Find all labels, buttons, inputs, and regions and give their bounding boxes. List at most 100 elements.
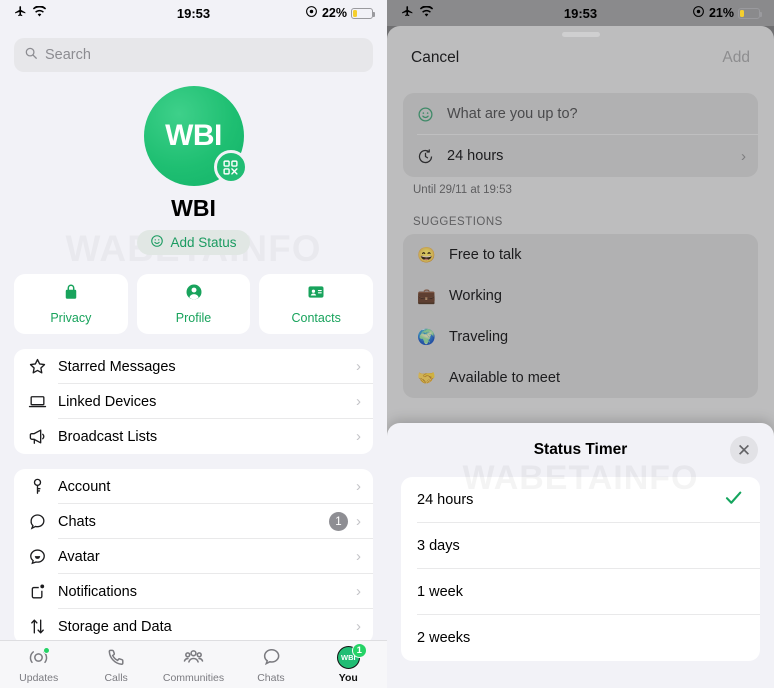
suggestion-emoji: 🌍 (417, 328, 436, 346)
key-icon (28, 477, 58, 496)
focus-icon (692, 5, 705, 21)
chevron-right-icon: › (356, 478, 361, 495)
settings-row-label: Account (58, 478, 111, 495)
timer-option-label: 2 weeks (417, 630, 471, 646)
chevron-right-icon: › (356, 393, 361, 410)
settings-row-label: Avatar (58, 548, 100, 565)
settings-row-label: Storage and Data (58, 618, 172, 635)
quick-actions-row: Privacy Profile Contacts (14, 274, 374, 334)
settings-row-linked-devices[interactable]: Linked Devices › (14, 384, 373, 419)
settings-row-label: Broadcast Lists (58, 428, 158, 445)
tab-label: Updates (19, 671, 59, 684)
chevron-right-icon: › (741, 147, 746, 165)
qr-code-icon[interactable] (213, 150, 248, 184)
battery-percent: 21% (708, 6, 734, 20)
settings-row-account[interactable]: Account › (14, 469, 373, 504)
you-badge: 1 (351, 642, 367, 658)
settings-row-avatar[interactable]: Avatar › (14, 539, 373, 574)
status-timer-sheet: WABETAINFO Status Timer ✕ 24 hours 3 day… (387, 423, 774, 688)
timer-sheet-header: Status Timer ✕ (387, 423, 774, 477)
timer-sheet-title: Status Timer (533, 441, 628, 458)
suggestion-free-to-talk[interactable]: 😄 Free to talk (403, 234, 758, 275)
quick-action-privacy[interactable]: Privacy (14, 274, 128, 334)
search-placeholder: Search (45, 47, 91, 63)
status-bar: 19:53 22% (0, 0, 387, 26)
search-input[interactable]: Search (14, 38, 373, 72)
suggestion-label: Traveling (449, 328, 509, 345)
quick-action-profile[interactable]: Profile (136, 274, 251, 334)
status-input-placeholder: What are you up to? (447, 106, 578, 122)
communities-icon (182, 646, 205, 670)
timer-icon (417, 148, 447, 165)
star-icon (28, 357, 58, 376)
timer-option-24-hours[interactable]: 24 hours (401, 477, 760, 523)
cancel-button[interactable]: Cancel (411, 49, 459, 67)
tab-you[interactable]: WBI 1 You (310, 642, 387, 684)
sheet-toolbar: Cancel Add (387, 37, 774, 67)
chevron-right-icon: › (356, 583, 361, 600)
settings-row-chats[interactable]: Chats 1 › (14, 504, 373, 539)
status-text-input[interactable]: What are you up to? (403, 93, 758, 135)
status-input-card: What are you up to? 24 hours › (403, 93, 758, 177)
chevron-right-icon: › (356, 618, 361, 635)
settings-row-notifications[interactable]: Notifications › (14, 574, 373, 609)
person-circle-icon (185, 283, 203, 306)
page-title: WBI (171, 195, 216, 221)
settings-row-storage-and-data[interactable]: Storage and Data › (14, 609, 373, 644)
chevron-right-icon: › (356, 428, 361, 445)
tab-updates[interactable]: Updates (0, 646, 77, 684)
avatar-icon (28, 547, 58, 566)
add-status-button[interactable]: Add Status (137, 230, 250, 255)
tab-label: Calls (104, 671, 128, 684)
suggestion-available-to-meet[interactable]: 🤝 Available to meet (403, 357, 758, 398)
tab-calls[interactable]: Calls (77, 646, 154, 684)
quick-action-contacts[interactable]: Contacts (259, 274, 374, 334)
chevron-right-icon: › (356, 548, 361, 565)
updates-icon (28, 646, 51, 670)
suggestions-card: 😄 Free to talk 💼 Working 🌍 Traveling 🤝 A… (403, 234, 758, 398)
settings-row-label: Starred Messages (58, 358, 176, 375)
tab-communities[interactable]: Communities (155, 646, 232, 684)
add-button[interactable]: Add (722, 49, 750, 67)
chevron-right-icon: › (356, 358, 361, 375)
dual-screenshot: 19:53 22% Search WABETAINFO WBI (0, 0, 774, 688)
profile-header: WBI WBI Add Status (0, 86, 387, 255)
focus-icon (305, 5, 318, 21)
timer-option-label: 1 week (417, 584, 463, 600)
smiley-icon (417, 106, 447, 123)
timer-option-label: 3 days (417, 538, 460, 554)
battery-percent: 22% (321, 6, 347, 20)
settings-row-broadcast-lists[interactable]: Broadcast Lists › (14, 419, 373, 454)
suggestion-emoji: 🤝 (417, 369, 436, 387)
settings-row-starred-messages[interactable]: Starred Messages › (14, 349, 373, 384)
quick-action-label: Profile (175, 311, 212, 325)
close-icon[interactable]: ✕ (730, 436, 758, 464)
settings-row-label: Chats (58, 513, 96, 530)
avatar[interactable]: WBI (143, 86, 248, 186)
quick-action-label: Contacts (291, 311, 341, 325)
lock-icon (62, 283, 80, 306)
status-timer-value: 24 hours (447, 148, 504, 164)
timer-option-1-week[interactable]: 1 week (401, 569, 760, 615)
timer-option-3-days[interactable]: 3 days (401, 523, 760, 569)
timer-option-2-weeks[interactable]: 2 weeks (401, 615, 760, 661)
status-timer-row[interactable]: 24 hours › (403, 135, 758, 177)
settings-row-label: Notifications (58, 583, 137, 600)
bottom-tab-bar: Updates Calls Communities Chats WBI 1 Yo… (0, 640, 387, 688)
arrows-updown-icon (28, 617, 58, 636)
battery-icon (351, 7, 375, 19)
status-badge: 1 (329, 512, 348, 531)
tab-label: Chats (257, 671, 285, 684)
checkmark-icon (723, 487, 744, 513)
you-avatar-icon: WBI 1 (336, 642, 367, 670)
tab-chats[interactable]: Chats (232, 646, 309, 684)
suggestion-working[interactable]: 💼 Working (403, 275, 758, 316)
suggestion-label: Available to meet (449, 369, 560, 386)
status-bar-right: 21% (692, 5, 762, 21)
settings-group-two: Account › Chats 1 › Avatar › Notificatio… (14, 469, 373, 644)
left-screen-settings: 19:53 22% Search WABETAINFO WBI (0, 0, 387, 688)
suggestion-traveling[interactable]: 🌍 Traveling (403, 316, 758, 357)
quick-action-label: Privacy (50, 311, 92, 325)
timer-options-list: 24 hours 3 days 1 week 2 weeks (401, 477, 760, 661)
tab-label: You (338, 671, 358, 684)
